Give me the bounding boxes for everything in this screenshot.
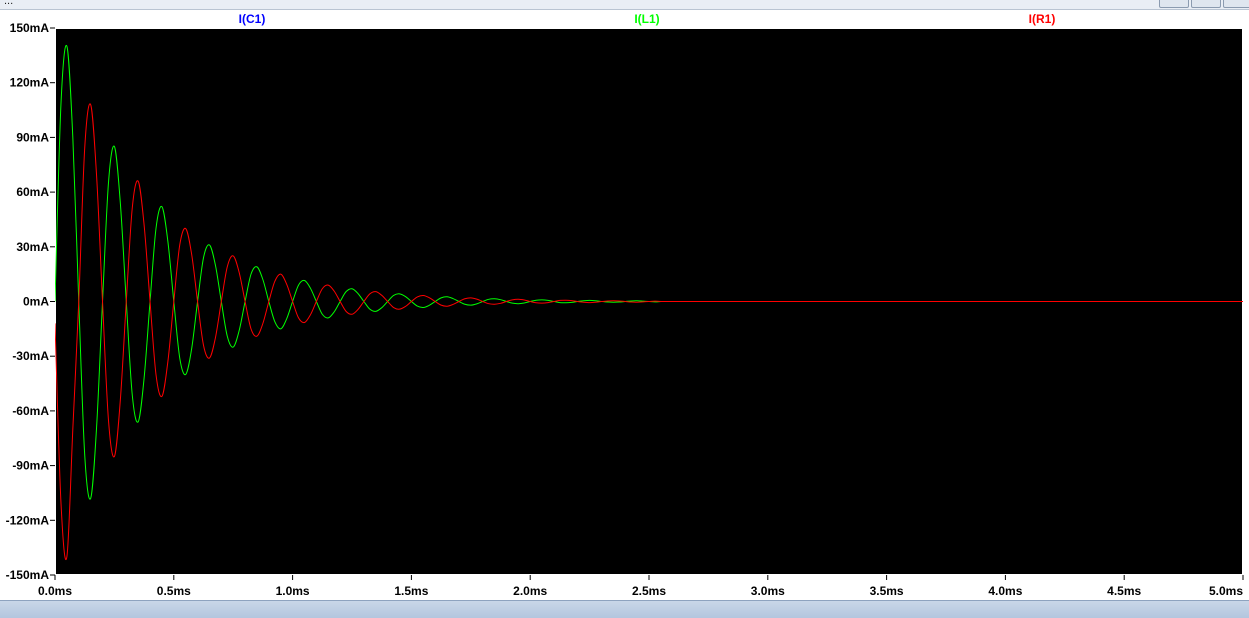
plot-svg[interactable]: 150mA 120mA 90mA 60mA 30mA 0mA -30mA -60mA -90mA… xyxy=(0,10,1249,608)
x-tick-label: 3.0ms xyxy=(751,584,785,598)
x-tick-label: 3.5ms xyxy=(870,584,904,598)
maximize-button[interactable] xyxy=(1191,0,1221,8)
close-button[interactable] xyxy=(1223,0,1249,8)
x-tick-label: 5.0ms xyxy=(1209,584,1243,598)
y-tick-label: 120mA xyxy=(10,76,50,90)
y-tick-label: -120mA xyxy=(6,513,50,527)
window-titlebar: ... xyxy=(0,0,1249,10)
x-tick-label: 1.5ms xyxy=(394,584,428,598)
legend-entry-i-r1[interactable]: I(R1) xyxy=(1029,12,1056,26)
y-tick-label: 60mA xyxy=(16,185,49,199)
y-tick-label: -60mA xyxy=(12,404,49,418)
waveform-viewer[interactable]: 150mA 120mA 90mA 60mA 30mA 0mA -30mA -60mA -90mA… xyxy=(0,10,1249,608)
y-tick-label: -30mA xyxy=(12,349,49,363)
x-tick-label: 4.0ms xyxy=(988,584,1022,598)
y-tick-label: 90mA xyxy=(16,130,49,144)
x-tick-label: 0.0ms xyxy=(38,584,72,598)
x-tick-label: 4.5ms xyxy=(1107,584,1141,598)
legend-entry-i-l1[interactable]: I(L1) xyxy=(634,12,659,26)
y-tick-label: 30mA xyxy=(16,240,49,254)
y-tick-label: -150mA xyxy=(6,568,50,582)
y-tick-label: -90mA xyxy=(12,459,49,473)
x-tick-label: 2.5ms xyxy=(632,584,666,598)
legend-entry-i-c1[interactable]: I(C1) xyxy=(239,12,266,26)
status-bar xyxy=(0,600,1249,618)
y-tick-label: 0mA xyxy=(23,295,49,309)
window-title: ... xyxy=(4,0,14,7)
y-tick-label: 150mA xyxy=(10,21,50,35)
x-tick-label: 1.0ms xyxy=(276,584,310,598)
minimize-button[interactable] xyxy=(1159,0,1189,8)
x-tick-label: 2.0ms xyxy=(513,584,547,598)
x-tick-label: 0.5ms xyxy=(157,584,191,598)
